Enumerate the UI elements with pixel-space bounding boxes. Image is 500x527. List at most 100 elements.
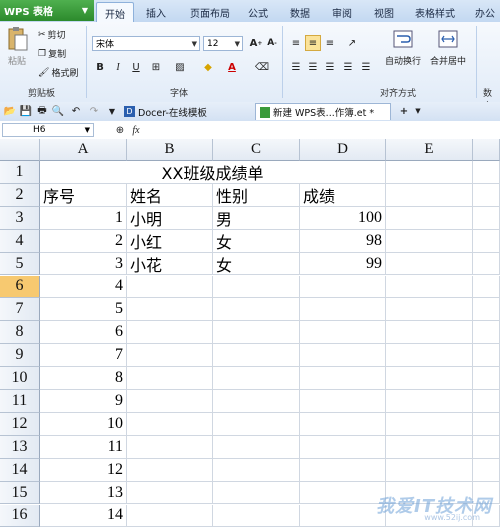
row-header[interactable]: 16 [0,505,40,527]
underline-icon[interactable]: U [128,59,144,75]
row-header[interactable]: 2 [0,184,40,207]
table-cell[interactable]: 98 [300,230,386,253]
row-header[interactable]: 1 [0,161,40,184]
text-orientation-icon[interactable]: ↗ [344,35,360,51]
row-header[interactable]: 11 [0,390,40,413]
table-cell[interactable] [473,184,500,207]
table-cell[interactable] [473,321,500,344]
preview-icon[interactable]: 🔍 [50,103,66,119]
justify-icon[interactable]: ☰ [340,59,356,75]
table-cell[interactable] [213,459,300,482]
table-cell[interactable] [213,413,300,436]
clear-format-icon[interactable]: ⌫ [254,59,270,75]
table-cell[interactable] [127,321,213,344]
row-header[interactable]: 13 [0,436,40,459]
cut-button[interactable]: ✂ 剪切 [38,28,66,41]
table-cell[interactable] [473,367,500,390]
table-cell[interactable] [386,459,473,482]
table-cell[interactable]: 4 [40,276,127,299]
align-bottom-icon[interactable]: ≡ [322,35,338,51]
tab-formulas[interactable]: 公式 [242,3,274,21]
table-cell[interactable] [386,230,473,253]
row-header[interactable]: 3 [0,207,40,230]
table-cell[interactable]: 小红 [127,230,213,253]
table-cell[interactable] [213,321,300,344]
border-icon[interactable]: ⊞ [148,59,164,75]
table-cell[interactable] [386,207,473,230]
table-cell[interactable] [473,230,500,253]
table-cell[interactable]: 6 [40,321,127,344]
table-cell[interactable] [300,298,386,321]
table-cell[interactable] [127,505,213,527]
wrap-text-button[interactable]: 自动换行 [385,30,421,67]
tab-view[interactable]: 视图 [368,3,400,21]
formula-input[interactable] [146,122,498,137]
table-cell[interactable] [127,436,213,459]
table-cell[interactable] [386,390,473,413]
font-size-select[interactable]: 12 ▼ [203,36,243,51]
table-cell[interactable]: 11 [40,436,127,459]
align-left-icon[interactable]: ☰ [288,59,304,75]
grow-font-icon[interactable]: A+ [248,35,264,51]
row-header[interactable]: 9 [0,344,40,367]
table-cell[interactable] [213,482,300,505]
format-painter-button[interactable]: 🖌 格式刷 [38,66,78,79]
table-cell[interactable] [127,298,213,321]
table-cell[interactable] [386,344,473,367]
table-cell[interactable] [213,505,300,527]
table-cell[interactable] [473,413,500,436]
table-cell[interactable] [473,344,500,367]
row-header[interactable]: 12 [0,413,40,436]
table-cell[interactable]: 99 [300,253,386,276]
row-header[interactable]: 4 [0,230,40,253]
table-cell[interactable] [473,436,500,459]
table-cell[interactable] [473,161,500,184]
table-cell[interactable] [300,505,386,527]
table-cell[interactable] [386,276,473,299]
insert-function-icon[interactable]: fx [128,122,144,138]
copy-button[interactable]: ❐ 复制 [38,47,66,60]
table-cell[interactable]: 女 [213,230,300,253]
font-name-select[interactable]: 宋体 ▼ [92,36,200,51]
print-icon[interactable]: 🖶 [34,103,50,119]
tab-review[interactable]: 审阅 [326,3,358,21]
table-cell[interactable] [473,207,500,230]
table-cell[interactable] [300,482,386,505]
font-color-icon[interactable]: A [224,59,240,75]
table-cell[interactable] [300,436,386,459]
column-header-e[interactable]: E [386,139,473,161]
column-label-cell[interactable]: 姓名 [127,184,213,207]
tab-office[interactable]: 办公 [470,3,500,21]
table-cell[interactable] [127,482,213,505]
align-center-icon[interactable]: ☰ [305,59,321,75]
column-header-b[interactable]: B [127,139,213,161]
row-header[interactable]: 10 [0,367,40,390]
paste-button[interactable]: 粘贴 [6,26,28,67]
column-header-f[interactable] [473,139,500,161]
table-cell[interactable] [300,276,386,299]
table-cell[interactable] [300,367,386,390]
table-cell[interactable] [473,298,500,321]
table-cell[interactable] [386,184,473,207]
table-cell[interactable]: 100 [300,207,386,230]
app-menu-button[interactable]: WPS 表格 ▼ [0,0,94,21]
row-header[interactable]: 7 [0,298,40,321]
table-cell[interactable] [127,459,213,482]
table-cell[interactable]: 1 [40,207,127,230]
chevron-down-icon[interactable]: ▼ [410,103,426,119]
table-cell[interactable] [127,390,213,413]
column-header-c[interactable]: C [213,139,300,161]
tab-table-style[interactable]: 表格样式 [408,3,462,21]
distributed-icon[interactable]: ☰ [358,59,374,75]
table-cell[interactable]: 7 [40,344,127,367]
table-cell[interactable] [213,390,300,413]
table-cell[interactable] [473,276,500,299]
column-label-cell[interactable]: 序号 [40,184,127,207]
tab-page-layout[interactable]: 页面布局 [183,3,237,21]
bold-icon[interactable]: B [92,59,108,75]
table-cell[interactable]: 小花 [127,253,213,276]
name-box[interactable]: H6 ▼ [2,123,94,137]
table-cell[interactable]: 9 [40,390,127,413]
table-cell[interactable] [386,436,473,459]
table-cell[interactable]: 13 [40,482,127,505]
